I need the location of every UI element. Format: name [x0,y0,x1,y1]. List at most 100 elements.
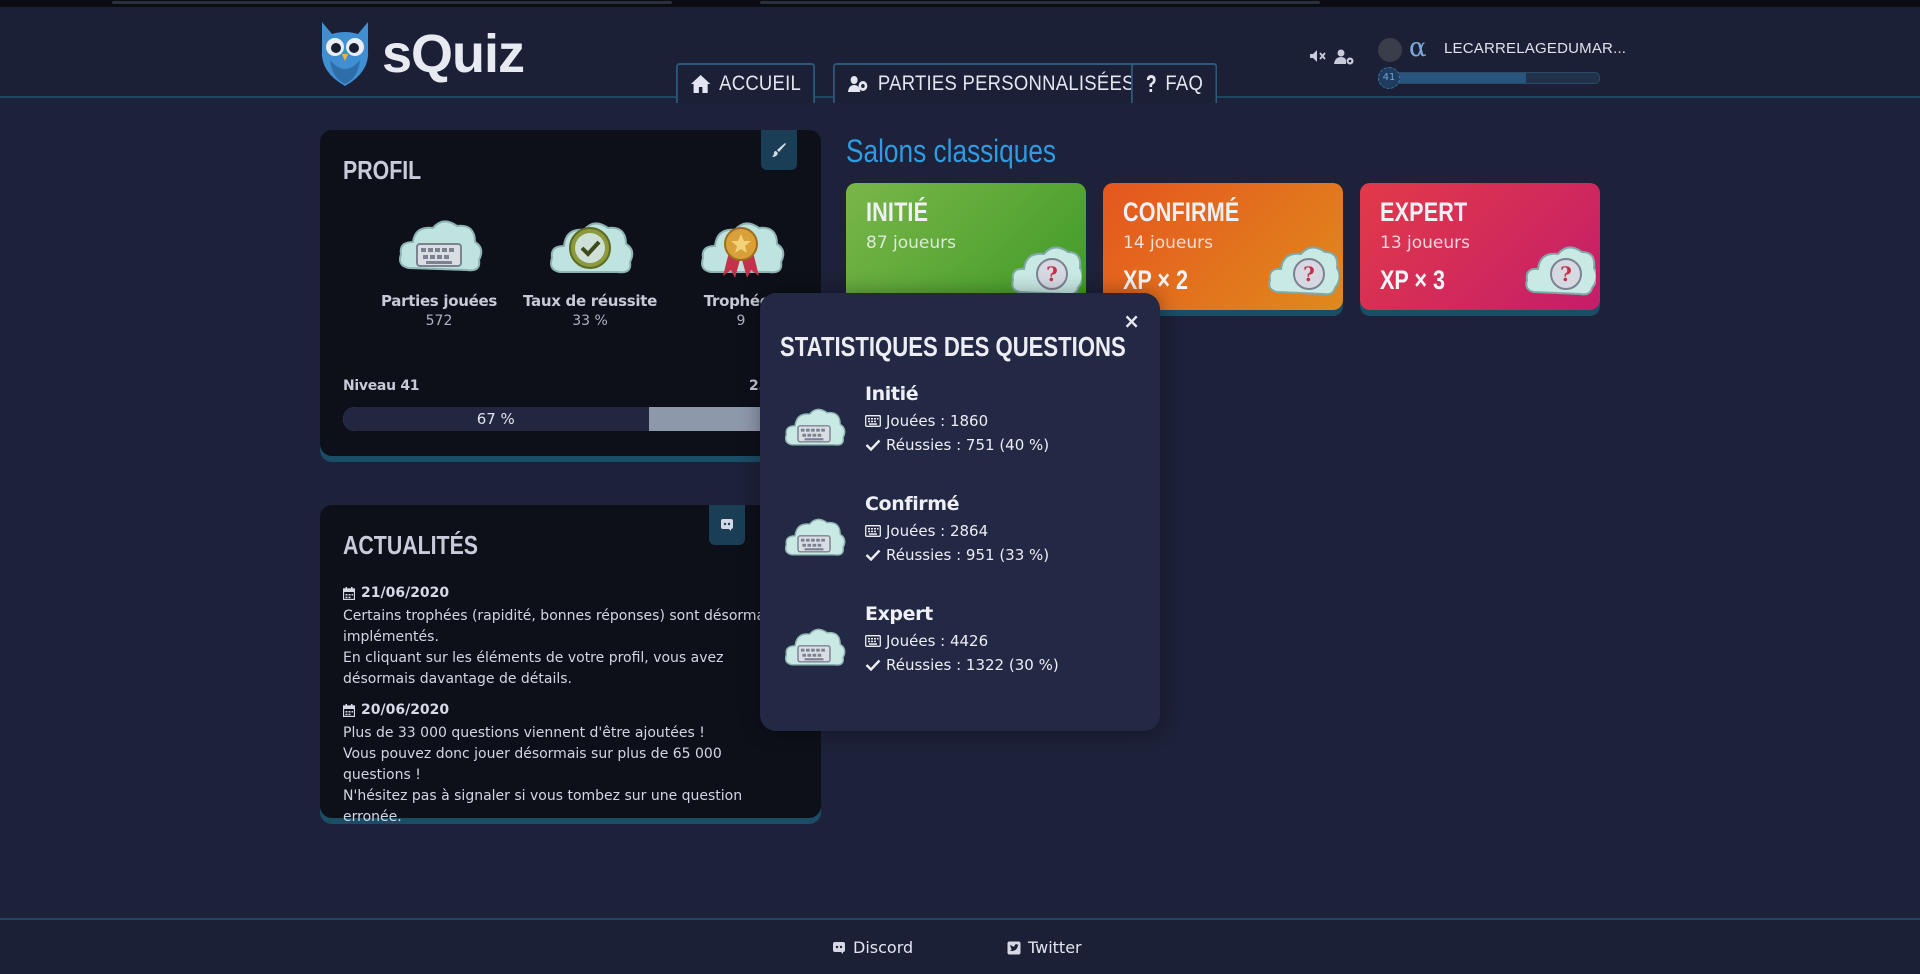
user-level-badge: 41 [1378,67,1400,89]
difficulty-name: Confirmé [865,493,960,515]
played-row: Jouées : 4426 [865,632,988,650]
played-row: Jouées : 2864 [865,522,988,540]
room-players: 13 joueurs [1380,233,1471,253]
check-icon [865,659,881,671]
room-confirme[interactable]: CONFIRMÉ 14 joueurs XP × 2 ? [1103,183,1343,310]
twitter-link[interactable]: Twitter [1007,938,1082,957]
room-xp: XP × 2 [1123,265,1189,295]
room-name: CONFIRMÉ [1123,197,1240,227]
discord-news-button[interactable] [709,505,745,545]
stat-label: Parties jouées [381,292,497,310]
svg-text:?: ? [1046,262,1058,286]
news-line: Vous pouvez donc jouer désormais sur plu… [343,746,722,783]
medal-cloud-icon [701,222,785,278]
keyboard-cloud-icon [784,408,846,446]
discord-icon [833,941,845,954]
user-xp-bar [1378,72,1600,84]
news-date: 21/06/2020 [343,583,783,604]
user-cog-icon[interactable] [1334,49,1354,65]
played-row: Jouées : 1860 [865,412,988,430]
profile-title: PROFIL [343,155,422,185]
question-cloud-icon: ? [1011,246,1082,296]
news-item: 21/06/2020 Certains trophées (rapidité, … [343,583,783,690]
owl-logo-icon [321,22,369,86]
tab-label: FAQ [1165,72,1204,95]
logo[interactable]: sQuiz [318,19,525,89]
close-icon[interactable]: × [1123,309,1140,333]
stat-value: 33 % [572,313,608,329]
profile-card: PROFIL Parties jouées 572 Taux de réussi… [320,130,821,456]
difficulty-name: Initié [865,383,919,405]
question-cloud-icon: ? [1268,246,1339,296]
room-expert[interactable]: EXPERT 13 joueurs XP × 3 ? [1360,183,1600,310]
question-stats-modal: × STATISTIQUES DES QUESTIONS Initié Joué… [760,293,1160,731]
level-progress-fill: 67 % [343,407,649,431]
check-cloud-icon [550,222,634,274]
browser-top-strip [0,0,1920,7]
question-stat-initie: Initié Jouées : 1860 Réussies : 751 (40 … [780,383,1140,473]
room-name: INITIÉ [866,197,929,227]
success-row: Réussies : 751 (40 %) [865,436,1049,454]
success-count: Réussies : 951 (33 %) [886,546,1050,564]
level-label: Niveau 41 [343,378,420,394]
home-icon [690,75,711,93]
news-date-text: 20/06/2020 [361,702,450,718]
discord-link[interactable]: Discord [832,938,913,957]
success-row: Réussies : 1322 (30 %) [865,656,1059,674]
rank-symbol: α [1409,33,1427,63]
tab-parties-personnalisees[interactable]: PARTIES PERSONNALISÉES [833,63,1149,103]
tab-faq[interactable]: FAQ [1131,63,1218,103]
played-count: Jouées : 1860 [886,412,989,430]
room-players: 14 joueurs [1123,233,1214,253]
success-count: Réussies : 751 (40 %) [886,436,1050,454]
keyboard-cloud-icon [784,518,846,556]
progress-text: 67 % [476,410,515,428]
level-progress-bar: 67 % [343,407,799,431]
header: sQuiz ACCUEIL PARTIES PERSONNALISÉES FAQ… [0,7,1920,103]
twitter-icon [1007,941,1021,954]
footer-link-label: Twitter [1028,938,1082,957]
volume-mute-icon[interactable] [1309,49,1327,63]
room-name: EXPERT [1380,197,1468,227]
keyboard-cloud-icon [399,220,483,272]
keyboard-icon [865,635,881,647]
calendar-icon [343,587,355,600]
news-line: Plus de 33 000 questions viennent d'être… [343,725,705,741]
discord-icon [721,519,733,531]
question-cloud-icon: ? [1525,246,1596,296]
paint-brush-icon [772,143,786,157]
avatar [1378,38,1402,62]
question-icon [1146,75,1156,92]
stat-parties-jouees[interactable]: Parties jouées 572 [364,212,514,329]
question-stat-expert: Expert Jouées : 4426 Réussies : 1322 (30… [780,603,1140,693]
tab-label: PARTIES PERSONNALISÉES [877,72,1135,95]
news-line: N'hésitez pas à signaler si vous tombez … [343,788,743,825]
news-date-text: 21/06/2020 [361,585,450,601]
user-panel[interactable]: α LECARRELAGEDUMAR... 41 [1378,33,1626,89]
stat-value: 572 [425,313,453,329]
check-icon [865,549,881,561]
news-date: 20/06/2020 [343,700,783,721]
room-xp: XP × 3 [1380,265,1446,295]
svg-text:?: ? [1303,262,1315,286]
users-cog-icon [847,76,868,92]
user-xp-fill [1379,73,1527,83]
keyboard-icon [865,415,881,427]
calendar-icon [343,704,355,717]
room-players: 87 joueurs [866,233,957,253]
brand-name: sQuiz [382,24,525,84]
news-line: Certains trophées (rapidité, bonnes répo… [343,608,777,645]
question-stat-confirme: Confirmé Jouées : 2864 Réussies : 951 (3… [780,493,1140,583]
tab-accueil[interactable]: ACCUEIL [676,63,816,103]
success-count: Réussies : 1322 (30 %) [886,656,1059,674]
difficulty-name: Expert [865,603,933,625]
room-initie[interactable]: INITIÉ 87 joueurs ? [846,183,1086,310]
played-count: Jouées : 4426 [886,632,989,650]
news-title: ACTUALITÉS [343,530,479,560]
customize-button[interactable] [761,130,797,170]
stat-label: Taux de réussite [523,292,657,310]
footer-link-label: Discord [853,938,914,957]
modal-title: STATISTIQUES DES QUESTIONS [780,331,1126,362]
stat-taux-reussite[interactable]: Taux de réussite 33 % [515,212,665,329]
svg-text:?: ? [1560,262,1572,286]
